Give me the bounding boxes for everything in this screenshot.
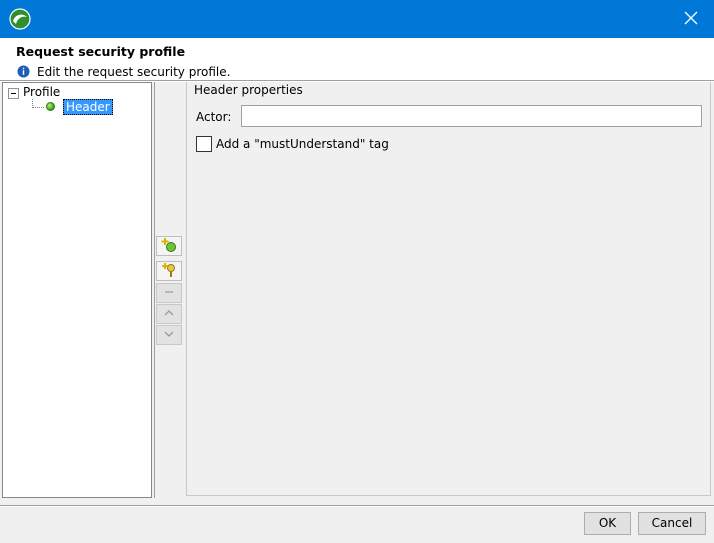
green-dot-icon: [46, 102, 55, 111]
move-up-button[interactable]: [156, 304, 182, 324]
header-properties-group: Header properties Actor: Add a "mustUnde…: [186, 82, 711, 496]
close-icon: [684, 11, 698, 28]
must-understand-label[interactable]: Add a "mustUnderstand" tag: [216, 137, 389, 151]
key-add-icon: [161, 262, 177, 281]
tree-toolbar: [155, 82, 185, 498]
footer-divider: [0, 505, 714, 507]
actor-input[interactable]: [241, 105, 702, 127]
chevron-up-icon: [163, 307, 175, 322]
group-title: Header properties: [194, 83, 305, 97]
collapse-toggle-icon[interactable]: [8, 88, 19, 99]
remove-button[interactable]: [156, 283, 182, 303]
actor-label: Actor:: [196, 110, 232, 124]
add-icon: [161, 237, 177, 256]
must-understand-checkbox[interactable]: [196, 136, 212, 152]
dialog-description: Edit the request security profile.: [37, 65, 231, 79]
tree-item-header[interactable]: Header: [63, 99, 113, 115]
profile-tree[interactable]: Profile Header: [2, 82, 152, 498]
app-logo-icon: [9, 8, 31, 30]
dialog-title: Request security profile: [16, 44, 186, 59]
info-icon: [17, 65, 30, 78]
add-item-button[interactable]: [156, 236, 182, 256]
tree-connector: [32, 107, 44, 108]
chevron-down-icon: [163, 328, 175, 343]
title-bar: [0, 0, 714, 38]
add-key-button[interactable]: [156, 261, 182, 281]
dialog-header: Request security profile Edit the reques…: [0, 38, 714, 80]
move-down-button[interactable]: [156, 325, 182, 345]
ok-button[interactable]: OK: [584, 512, 631, 535]
close-button[interactable]: [668, 0, 714, 38]
minus-icon: [163, 286, 175, 301]
cancel-button[interactable]: Cancel: [638, 512, 706, 535]
tree-item-profile[interactable]: Profile: [23, 85, 60, 99]
